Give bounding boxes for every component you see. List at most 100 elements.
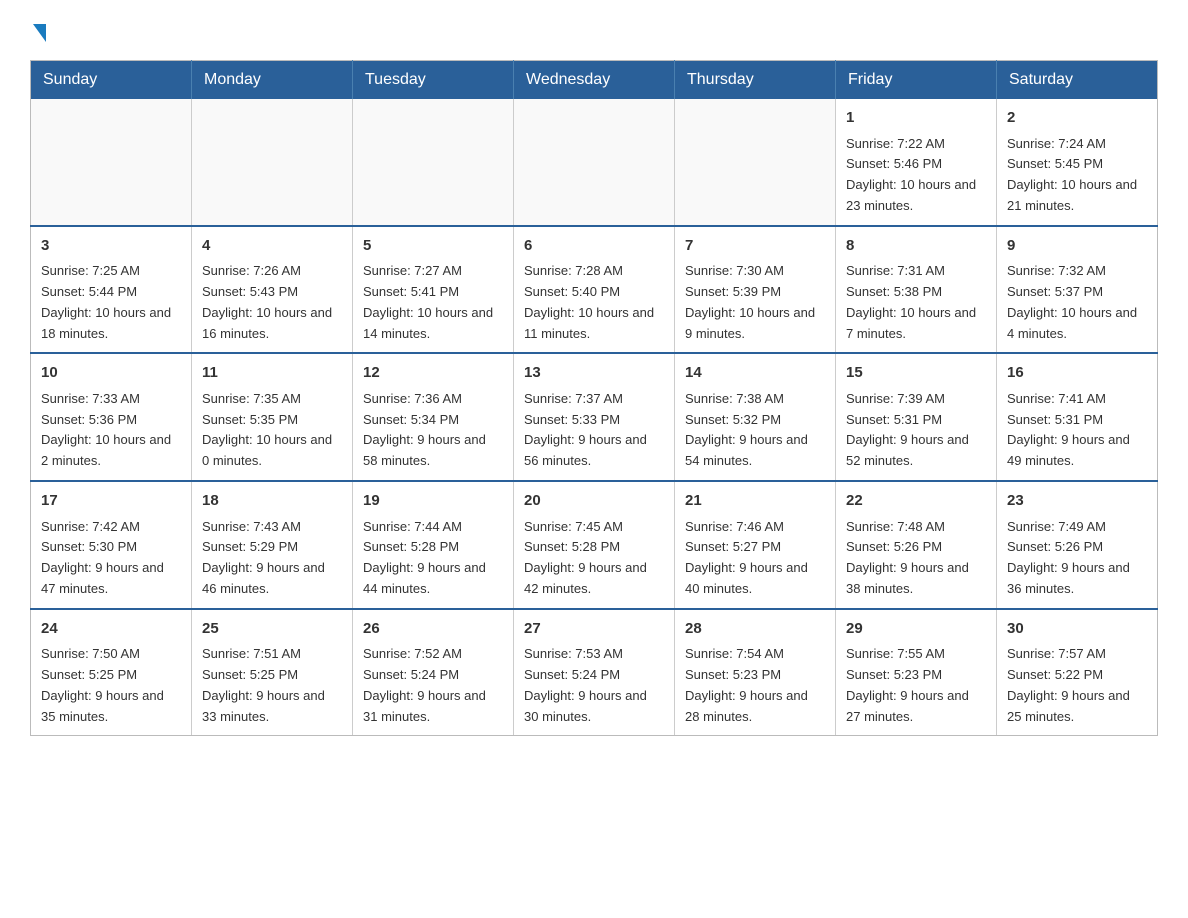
day-info: Sunrise: 7:43 AM Sunset: 5:29 PM Dayligh… (202, 517, 342, 600)
calendar-cell (192, 99, 353, 226)
weekday-header-row: SundayMondayTuesdayWednesdayThursdayFrid… (31, 61, 1158, 100)
calendar-cell: 18 Sunrise: 7:43 AM Sunset: 5:29 PM Dayli… (192, 481, 353, 609)
calendar-cell (353, 99, 514, 226)
day-number: 3 (41, 235, 181, 258)
day-number: 12 (363, 362, 503, 385)
calendar-week-row: 24 Sunrise: 7:50 AM Sunset: 5:25 PM Dayli… (31, 609, 1158, 736)
day-info: Sunrise: 7:35 AM Sunset: 5:35 PM Dayligh… (202, 389, 342, 472)
day-number: 18 (202, 490, 342, 513)
day-info: Sunrise: 7:52 AM Sunset: 5:24 PM Dayligh… (363, 644, 503, 727)
day-info: Sunrise: 7:44 AM Sunset: 5:28 PM Dayligh… (363, 517, 503, 600)
day-info: Sunrise: 7:53 AM Sunset: 5:24 PM Dayligh… (524, 644, 664, 727)
day-number: 20 (524, 490, 664, 513)
weekday-header-saturday: Saturday (997, 61, 1158, 100)
day-info: Sunrise: 7:39 AM Sunset: 5:31 PM Dayligh… (846, 389, 986, 472)
day-info: Sunrise: 7:25 AM Sunset: 5:44 PM Dayligh… (41, 261, 181, 344)
weekday-header-sunday: Sunday (31, 61, 192, 100)
day-info: Sunrise: 7:22 AM Sunset: 5:46 PM Dayligh… (846, 134, 986, 217)
day-number: 25 (202, 618, 342, 641)
day-number: 24 (41, 618, 181, 641)
day-info: Sunrise: 7:38 AM Sunset: 5:32 PM Dayligh… (685, 389, 825, 472)
day-info: Sunrise: 7:26 AM Sunset: 5:43 PM Dayligh… (202, 261, 342, 344)
day-number: 13 (524, 362, 664, 385)
calendar-cell: 30 Sunrise: 7:57 AM Sunset: 5:22 PM Dayli… (997, 609, 1158, 736)
day-number: 26 (363, 618, 503, 641)
day-info: Sunrise: 7:57 AM Sunset: 5:22 PM Dayligh… (1007, 644, 1147, 727)
day-info: Sunrise: 7:32 AM Sunset: 5:37 PM Dayligh… (1007, 261, 1147, 344)
day-number: 16 (1007, 362, 1147, 385)
calendar-cell: 21 Sunrise: 7:46 AM Sunset: 5:27 PM Dayli… (675, 481, 836, 609)
logo-arrow-icon (33, 24, 46, 42)
calendar-cell: 16 Sunrise: 7:41 AM Sunset: 5:31 PM Dayli… (997, 353, 1158, 481)
calendar-cell: 26 Sunrise: 7:52 AM Sunset: 5:24 PM Dayli… (353, 609, 514, 736)
day-info: Sunrise: 7:30 AM Sunset: 5:39 PM Dayligh… (685, 261, 825, 344)
calendar-cell: 2Sunrise: 7:24 AM Sunset: 5:45 PM Daylig… (997, 99, 1158, 226)
calendar-cell (675, 99, 836, 226)
day-info: Sunrise: 7:28 AM Sunset: 5:40 PM Dayligh… (524, 261, 664, 344)
day-number: 27 (524, 618, 664, 641)
calendar-cell: 28 Sunrise: 7:54 AM Sunset: 5:23 PM Dayli… (675, 609, 836, 736)
day-info: Sunrise: 7:45 AM Sunset: 5:28 PM Dayligh… (524, 517, 664, 600)
day-info: Sunrise: 7:48 AM Sunset: 5:26 PM Dayligh… (846, 517, 986, 600)
day-number: 2 (1007, 107, 1147, 130)
calendar-cell: 7Sunrise: 7:30 AM Sunset: 5:39 PM Daylig… (675, 226, 836, 354)
calendar-cell: 11 Sunrise: 7:35 AM Sunset: 5:35 PM Dayli… (192, 353, 353, 481)
calendar-cell: 1 Sunrise: 7:22 AM Sunset: 5:46 PM Daylig… (836, 99, 997, 226)
day-number: 9 (1007, 235, 1147, 258)
day-info: Sunrise: 7:50 AM Sunset: 5:25 PM Dayligh… (41, 644, 181, 727)
calendar-cell: 14 Sunrise: 7:38 AM Sunset: 5:32 PM Dayli… (675, 353, 836, 481)
calendar-cell: 22 Sunrise: 7:48 AM Sunset: 5:26 PM Dayli… (836, 481, 997, 609)
logo (30, 20, 46, 40)
day-number: 4 (202, 235, 342, 258)
weekday-header-thursday: Thursday (675, 61, 836, 100)
day-number: 10 (41, 362, 181, 385)
calendar-week-row: 17Sunrise: 7:42 AM Sunset: 5:30 PM Dayli… (31, 481, 1158, 609)
day-info: Sunrise: 7:46 AM Sunset: 5:27 PM Dayligh… (685, 517, 825, 600)
weekday-header-wednesday: Wednesday (514, 61, 675, 100)
day-number: 22 (846, 490, 986, 513)
calendar-cell (31, 99, 192, 226)
calendar-table: SundayMondayTuesdayWednesdayThursdayFrid… (30, 60, 1158, 736)
day-number: 6 (524, 235, 664, 258)
day-number: 8 (846, 235, 986, 258)
day-info: Sunrise: 7:51 AM Sunset: 5:25 PM Dayligh… (202, 644, 342, 727)
calendar-cell: 20 Sunrise: 7:45 AM Sunset: 5:28 PM Dayli… (514, 481, 675, 609)
calendar-cell: 24 Sunrise: 7:50 AM Sunset: 5:25 PM Dayli… (31, 609, 192, 736)
calendar-week-row: 3 Sunrise: 7:25 AM Sunset: 5:44 PM Daylig… (31, 226, 1158, 354)
day-number: 21 (685, 490, 825, 513)
calendar-cell: 8 Sunrise: 7:31 AM Sunset: 5:38 PM Daylig… (836, 226, 997, 354)
page-header (30, 20, 1158, 40)
calendar-cell: 25 Sunrise: 7:51 AM Sunset: 5:25 PM Dayli… (192, 609, 353, 736)
calendar-cell: 13 Sunrise: 7:37 AM Sunset: 5:33 PM Dayli… (514, 353, 675, 481)
calendar-cell (514, 99, 675, 226)
day-number: 19 (363, 490, 503, 513)
calendar-cell: 19 Sunrise: 7:44 AM Sunset: 5:28 PM Dayli… (353, 481, 514, 609)
day-info: Sunrise: 7:54 AM Sunset: 5:23 PM Dayligh… (685, 644, 825, 727)
day-number: 1 (846, 107, 986, 130)
calendar-cell: 17Sunrise: 7:42 AM Sunset: 5:30 PM Dayli… (31, 481, 192, 609)
calendar-cell: 10 Sunrise: 7:33 AM Sunset: 5:36 PM Dayli… (31, 353, 192, 481)
day-info: Sunrise: 7:42 AM Sunset: 5:30 PM Dayligh… (41, 517, 181, 600)
calendar-week-row: 1 Sunrise: 7:22 AM Sunset: 5:46 PM Daylig… (31, 99, 1158, 226)
day-number: 30 (1007, 618, 1147, 641)
day-info: Sunrise: 7:55 AM Sunset: 5:23 PM Dayligh… (846, 644, 986, 727)
day-info: Sunrise: 7:36 AM Sunset: 5:34 PM Dayligh… (363, 389, 503, 472)
calendar-cell: 12 Sunrise: 7:36 AM Sunset: 5:34 PM Dayli… (353, 353, 514, 481)
weekday-header-friday: Friday (836, 61, 997, 100)
day-number: 28 (685, 618, 825, 641)
weekday-header-monday: Monday (192, 61, 353, 100)
calendar-cell: 4 Sunrise: 7:26 AM Sunset: 5:43 PM Daylig… (192, 226, 353, 354)
day-number: 29 (846, 618, 986, 641)
day-info: Sunrise: 7:33 AM Sunset: 5:36 PM Dayligh… (41, 389, 181, 472)
day-info: Sunrise: 7:31 AM Sunset: 5:38 PM Dayligh… (846, 261, 986, 344)
day-number: 11 (202, 362, 342, 385)
calendar-cell: 27 Sunrise: 7:53 AM Sunset: 5:24 PM Dayli… (514, 609, 675, 736)
day-info: Sunrise: 7:27 AM Sunset: 5:41 PM Dayligh… (363, 261, 503, 344)
day-number: 14 (685, 362, 825, 385)
day-info: Sunrise: 7:37 AM Sunset: 5:33 PM Dayligh… (524, 389, 664, 472)
day-info: Sunrise: 7:41 AM Sunset: 5:31 PM Dayligh… (1007, 389, 1147, 472)
calendar-cell: 3 Sunrise: 7:25 AM Sunset: 5:44 PM Daylig… (31, 226, 192, 354)
day-number: 5 (363, 235, 503, 258)
calendar-cell: 23Sunrise: 7:49 AM Sunset: 5:26 PM Dayli… (997, 481, 1158, 609)
calendar-cell: 15Sunrise: 7:39 AM Sunset: 5:31 PM Dayli… (836, 353, 997, 481)
